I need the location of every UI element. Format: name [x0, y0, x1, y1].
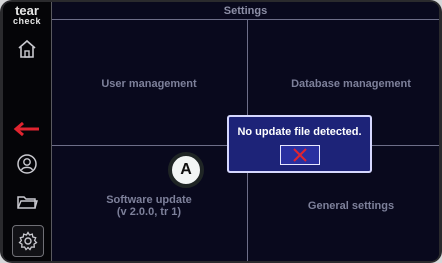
back-arrow-icon [13, 121, 39, 137]
folder-button[interactable] [13, 188, 41, 216]
software-update-label: Software update [106, 194, 192, 206]
screen: tear check Settings User management Data… [3, 2, 439, 261]
home-button[interactable] [13, 35, 41, 63]
user-management-tile[interactable]: User management [74, 78, 224, 90]
logo-line-2: check [12, 16, 42, 26]
tearcheck-logo: tear check [8, 3, 46, 26]
dialog-message: No update file detected. [237, 126, 362, 138]
sidebar: tear check [3, 2, 52, 261]
general-settings-tile[interactable]: General settings [276, 200, 426, 212]
user-button[interactable] [13, 150, 41, 178]
page-title: Settings [52, 2, 439, 20]
software-update-tile[interactable]: Software update (v 2.0.0, tr 1) [74, 194, 224, 218]
database-management-tile[interactable]: Database management [276, 78, 426, 90]
software-update-version: (v 2.0.0, tr 1) [116, 206, 182, 218]
dialog-close-button[interactable] [280, 145, 320, 165]
callout-marker: A [168, 152, 204, 188]
folder-icon [17, 196, 38, 209]
close-icon [293, 148, 307, 162]
user-icon [17, 154, 37, 174]
device-frame: tear check Settings User management Data… [0, 0, 442, 263]
logo-line-1: tear [15, 3, 39, 18]
settings-panel: Settings User management Database manage… [52, 2, 439, 261]
gear-icon [18, 231, 38, 251]
home-icon [18, 39, 36, 58]
no-update-dialog: No update file detected. [227, 115, 372, 173]
settings-button[interactable] [12, 225, 44, 257]
back-button[interactable] [13, 115, 41, 143]
